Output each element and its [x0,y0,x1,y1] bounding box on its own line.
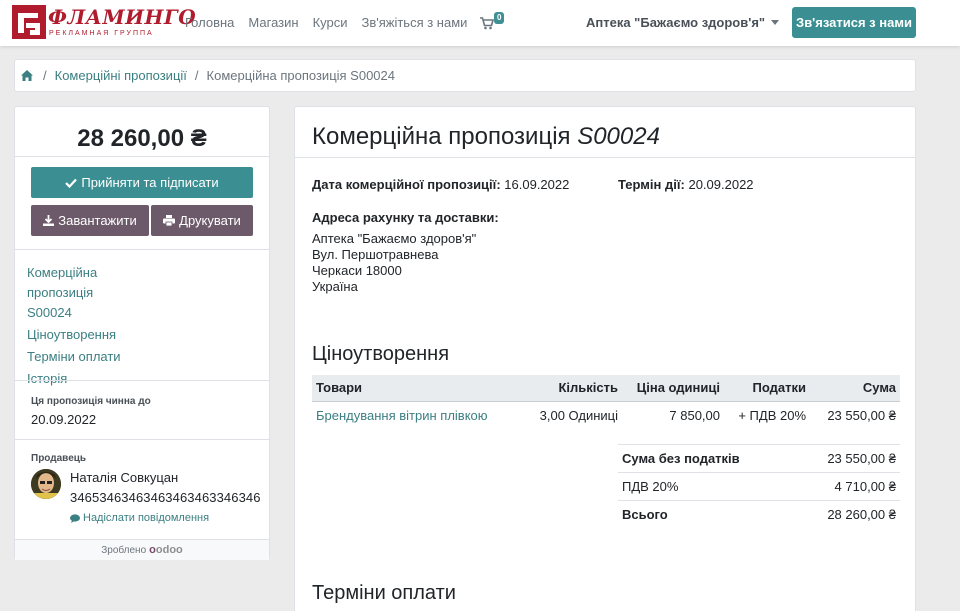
section-link-quotation[interactable]: Комерційна пропозиція S00024 [27,263,137,323]
send-message-link[interactable]: Надіслати повідомлення [70,512,209,524]
logo-wordmark: ФЛАМИНГО [48,5,197,29]
download-button-label: Завантажити [58,213,137,228]
nav-shop[interactable]: Магазин [248,15,298,30]
quotation-date: Дата комерційної пропозиції: 16.09.2022 [312,177,569,192]
breadcrumb: / Комерційні пропозиції / Комерційна про… [14,59,916,92]
cart-count-badge: 0 [494,12,505,24]
address-line: Черкаси 18000 [312,263,402,278]
total-label: Всього [618,500,794,529]
seller-phone: 34653463463463463463346346 [70,490,261,505]
totals-table: Сума без податків 23 550,00 ₴ ПДВ 20% 4 … [618,444,900,529]
column-header-products: Товари [312,375,512,402]
document-title: Комерційна пропозиція S00024 [312,123,660,151]
quotation-date-value: 16.09.2022 [504,177,570,192]
document-reference: S00024 [577,123,660,150]
line-taxes: + ПДВ 20% [738,407,806,423]
main-nav: Головна Магазин Курси Зв'яжіться з нами [185,15,481,30]
column-header-quantity: Кількість [512,375,622,402]
divider [15,249,269,250]
column-header-unit-price: Ціна одиниці [622,375,724,402]
caret-down-icon [771,20,780,25]
divider [295,157,915,158]
line-product[interactable]: Брендування вітрин плівкою [312,401,512,429]
payment-terms-section-title: Терміни оплати [312,582,456,604]
download-icon [43,215,55,226]
seller-avatar [31,469,61,499]
section-link-pricing[interactable]: Ціноутворення [27,325,137,345]
send-message-label: Надіслати повідомлення [83,512,210,524]
check-icon [65,178,78,188]
address-line: Україна [312,279,358,294]
cart-link[interactable]: 0 [480,12,512,32]
powered-by-label: Зроблено [101,544,147,556]
breadcrumb-quotations[interactable]: Комерційні пропозиції [55,68,187,83]
account-dropdown[interactable]: Аптека "Бажаємо здоров'я" [586,15,780,30]
document-title-prefix: Комерційна пропозиція [312,123,571,150]
expiry-date-label: Термін дії: [618,177,685,192]
subtotal-row: Сума без податків 23 550,00 ₴ [618,444,900,473]
valid-until-label: Ця пропозиція чинна до [31,396,151,407]
accept-button-label: Прийняти та підписати [81,175,219,190]
divider [15,156,269,157]
address-line: Аптека "Бажаємо здоров'я" [312,231,477,246]
comment-icon [70,513,80,523]
sidebar: 28 260,00 ₴ Прийняти та підписати Завант… [14,106,270,560]
line-amount: 23 550,00 ₴ [827,407,896,423]
tax-value: 4 710,00 ₴ [793,472,900,501]
divider [15,439,269,440]
logo[interactable]: ФЛАМИНГО РЕКЛАМНАЯ ГРУППА [12,5,196,41]
valid-until-value: 20.09.2022 [31,412,97,427]
seller-name: Наталія Совкуцан [70,470,179,485]
print-button[interactable]: Друкувати [151,205,253,236]
breadcrumb-separator: / [194,68,199,83]
total-value: 28 260,00 ₴ [793,500,900,529]
line-unit-price: 7 850,00 [669,407,720,423]
line-quantity: 3,00 Одиниці [539,407,618,423]
table-row: Брендування вітрин плівкою 3,00 Одиниці … [312,401,900,429]
home-icon[interactable] [21,69,35,83]
tax-row: ПДВ 20% 4 710,00 ₴ [618,472,900,501]
logo-subtitle: РЕКЛАМНАЯ ГРУППА [49,30,154,37]
address-line: Вул. Першотравнева [312,247,439,262]
cart-icon [480,17,494,30]
breadcrumb-separator: / [43,68,47,83]
quotation-document: Комерційна пропозиція S00024 Дата комерц… [294,106,916,611]
breadcrumb-current: Комерційна пропозиція S00024 [206,68,395,83]
print-button-label: Друкувати [179,213,241,228]
top-navbar: ФЛАМИНГО РЕКЛАМНАЯ ГРУППА Головна Магази… [0,0,960,46]
powered-by-footer: Зроблено oodoo [15,539,269,560]
print-icon [163,215,176,226]
order-lines-table: Товари Кількість Ціна одиниці Податки Су… [312,375,900,429]
billing-shipping-address: Аптека "Бажаємо здоров'я" Вул. Першотрав… [312,231,476,295]
download-button[interactable]: Завантажити [31,205,149,236]
quotation-date-label: Дата комерційної пропозиції: [312,177,501,192]
logo-mark-icon [12,5,46,39]
total-row: Всього 28 260,00 ₴ [618,500,900,529]
tax-label: ПДВ 20% [618,472,794,501]
odoo-logo[interactable]: oodoo [149,544,183,556]
contact-us-button[interactable]: Зв'язатися з нами [792,7,916,38]
column-header-taxes: Податки [724,375,810,402]
quote-total: 28 260,00 ₴ [77,125,207,152]
expiry-date-value: 20.09.2022 [688,177,754,192]
table-header-row: Товари Кількість Ціна одиниці Податки Су… [312,375,900,402]
column-header-amount: Сума [810,375,900,402]
expiry-date: Термін дії: 20.09.2022 [618,177,754,192]
section-nav: Комерційна пропозиція S00024 Ціноутворен… [27,263,137,391]
account-name: Аптека "Бажаємо здоров'я" [586,15,766,30]
nav-contact[interactable]: Зв'яжіться з нами [361,15,467,30]
seller-label: Продавець [31,453,87,464]
section-link-payment-terms[interactable]: Терміни оплати [27,347,137,367]
accept-and-sign-button[interactable]: Прийняти та підписати [31,167,253,198]
subtotal-label: Сума без податків [618,444,794,473]
subtotal-value: 23 550,00 ₴ [793,444,900,473]
nav-home[interactable]: Головна [185,15,234,30]
address-label: Адреса рахунку та доставки: [312,210,499,225]
nav-courses[interactable]: Курси [313,15,348,30]
divider [15,380,269,381]
pricing-section-title: Ціноутворення [312,343,450,365]
section-link-history[interactable]: Історія [27,369,137,389]
